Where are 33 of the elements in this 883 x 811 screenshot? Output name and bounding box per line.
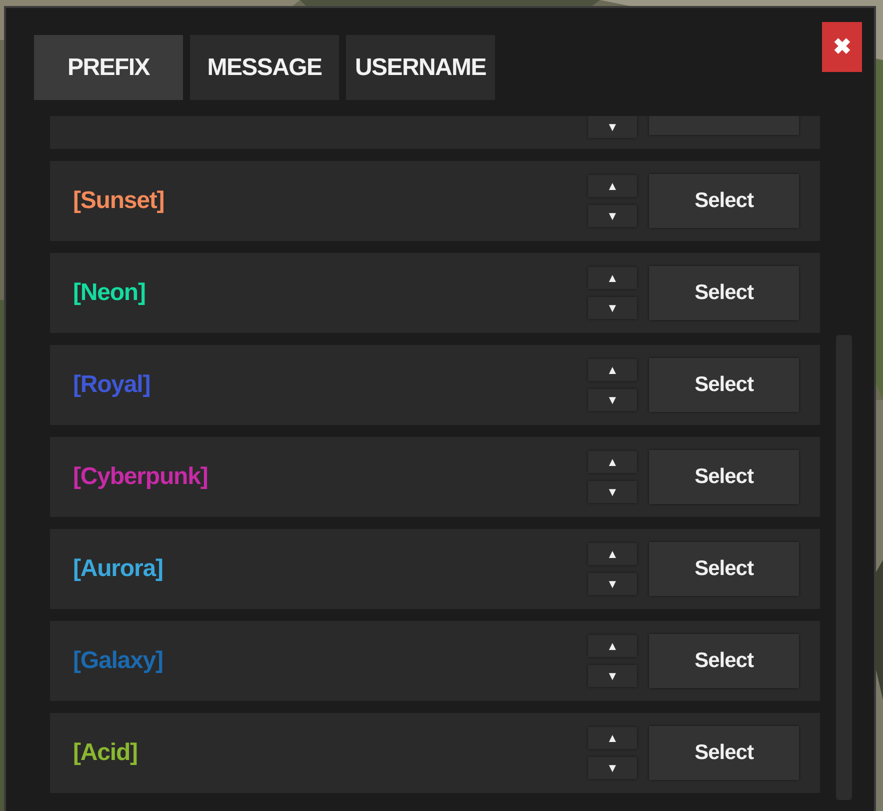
move-down-button[interactable]: ▼ — [588, 665, 637, 687]
move-up-button[interactable]: ▲ — [588, 543, 637, 565]
move-up-button[interactable]: ▲ — [588, 359, 637, 381]
tab[interactable]: MESSAGE — [190, 35, 339, 100]
move-up-button[interactable]: ▲ — [588, 727, 637, 749]
move-up-button[interactable]: ▲ — [588, 451, 637, 473]
prefix-name: [Cyberpunk] — [73, 463, 208, 491]
prefix-name: [Aurora] — [73, 555, 163, 583]
move-down-button[interactable]: ▼ — [588, 481, 637, 503]
move-up-button[interactable]: ▲ — [588, 635, 637, 657]
prefix-name: [Galaxy] — [73, 647, 163, 675]
prefix-name: [Neon] — [73, 279, 146, 307]
select-button[interactable]: Select — [649, 542, 799, 596]
prefix-name: [Royal] — [73, 371, 150, 399]
select-button[interactable]: Select — [649, 358, 799, 412]
move-up-button[interactable]: ▲ — [588, 175, 637, 197]
tab[interactable]: PREFIX — [34, 35, 183, 100]
close-button[interactable]: ✖ — [822, 22, 862, 72]
move-down-button[interactable]: ▼ — [588, 205, 637, 227]
select-button[interactable]: Select — [649, 634, 799, 688]
select-button[interactable]: Select — [649, 266, 799, 320]
tab[interactable]: USERNAME — [346, 35, 495, 100]
move-down-button[interactable]: ▼ — [588, 297, 637, 319]
select-button[interactable]: Select — [649, 450, 799, 504]
select-button[interactable]: Select — [649, 726, 799, 780]
move-down-button[interactable]: ▼ — [588, 757, 637, 779]
select-button[interactable]: Select — [649, 174, 799, 228]
move-down-button[interactable]: ▼ — [588, 116, 637, 138]
prefix-name: [Acid] — [73, 739, 138, 767]
prefix-name: [Sunset] — [73, 187, 164, 215]
move-down-button[interactable]: ▼ — [588, 573, 637, 595]
move-up-button[interactable]: ▲ — [588, 267, 637, 289]
move-down-button[interactable]: ▼ — [588, 389, 637, 411]
